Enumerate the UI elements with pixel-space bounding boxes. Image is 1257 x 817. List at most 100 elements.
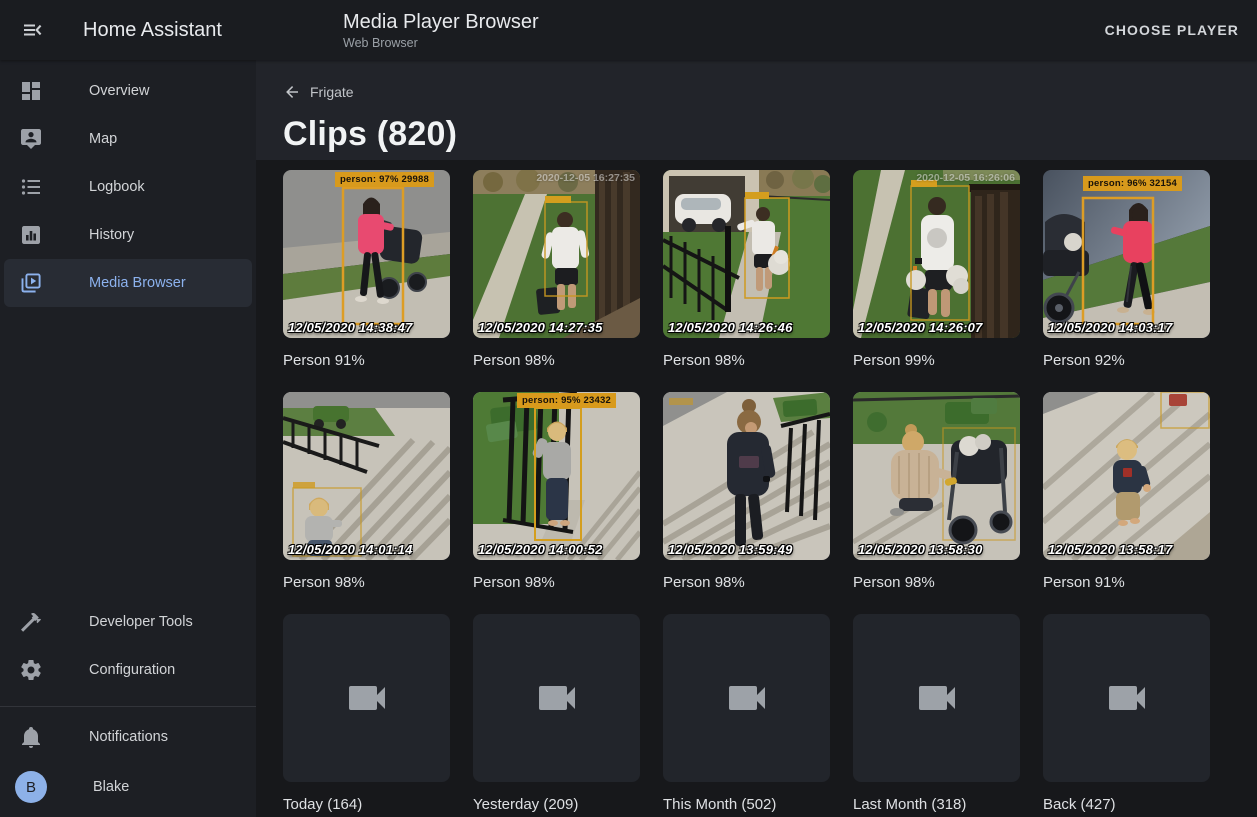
clip-label: Person 98%	[663, 350, 830, 372]
sidebar-item-history[interactable]: History	[4, 211, 252, 259]
clip-timestamp-overlay: 12/05/2020 14:00:52	[478, 542, 603, 557]
folder-thumbnail	[283, 614, 450, 782]
sidebar-item-configuration[interactable]: Configuration	[4, 646, 252, 694]
folder-card-back[interactable]: Back (427)	[1043, 614, 1210, 817]
avatar: B	[15, 771, 47, 803]
app-header: Home Assistant Media Player Browser Web …	[0, 0, 1257, 60]
sidebar-toggle-button[interactable]	[18, 16, 46, 44]
clip-scene	[1043, 170, 1210, 338]
sidebar-spacer	[0, 307, 256, 598]
clip-scene	[473, 170, 640, 338]
clip-label: Person 98%	[473, 572, 640, 594]
clip-card[interactable]: 2020-12-05 16:27:35 12/05/2020 14:27:35 …	[473, 170, 640, 392]
video-camera-icon	[1103, 674, 1151, 722]
sidebar-item-logbook[interactable]: Logbook	[4, 163, 252, 211]
clip-card[interactable]: person: 97% 29988 12/05/2020 14:38:47 Pe…	[283, 170, 450, 392]
folder-label: Last Month (318)	[853, 794, 1020, 816]
sidebar-item-media-browser[interactable]: Media Browser	[4, 259, 252, 307]
folder-card-this-month[interactable]: This Month (502)	[663, 614, 830, 817]
detection-tag: person: 97% 29988	[335, 172, 434, 187]
clip-card[interactable]: 2020-12-05 16:26:06 12/05/2020 14:26:07 …	[853, 170, 1020, 392]
clip-thumbnail: 12/05/2020 14:26:46	[663, 170, 830, 338]
section-title: Clips (820)	[283, 115, 1257, 154]
folder-thumbnail	[853, 614, 1020, 782]
user-name: Blake	[93, 779, 129, 795]
clip-card[interactable]: person: 96% 32154 12/05/2020 14:03:17 Pe…	[1043, 170, 1210, 392]
clip-card[interactable]: 12/05/2020 13:58:30 Person 98%	[853, 392, 1020, 614]
sidebar-item-profile[interactable]: B Blake	[4, 761, 252, 813]
folder-thumbnail	[1043, 614, 1210, 782]
sidebar-item-map[interactable]: Map	[4, 115, 252, 163]
clip-thumbnail: 12/05/2020 14:01:14	[283, 392, 450, 560]
clip-scene	[663, 170, 830, 338]
video-camera-icon	[913, 674, 961, 722]
gear-icon	[19, 658, 43, 682]
video-camera-icon	[723, 674, 771, 722]
folder-card-yesterday[interactable]: Yesterday (209)	[473, 614, 640, 817]
clip-timestamp-overlay: 12/05/2020 14:26:46	[668, 320, 793, 335]
clip-label: Person 91%	[1043, 572, 1210, 594]
sidebar-item-label: Notifications	[89, 729, 168, 745]
clip-timestamp-overlay: 12/05/2020 13:59:49	[668, 542, 793, 557]
clip-label: Person 98%	[663, 572, 830, 594]
camera-osd-timestamp: 2020-12-05 16:26:06	[916, 172, 1015, 184]
clip-thumbnail: 2020-12-05 16:27:35 12/05/2020 14:27:35	[473, 170, 640, 338]
sidebar-item-label: Logbook	[89, 179, 145, 195]
list-icon	[19, 175, 43, 199]
folder-card-last-month[interactable]: Last Month (318)	[853, 614, 1020, 817]
clip-timestamp-overlay: 12/05/2020 14:27:35	[478, 320, 603, 335]
menu-open-icon	[20, 18, 44, 42]
detection-tag: person: 96% 32154	[1083, 176, 1182, 191]
clip-label: Person 98%	[283, 572, 450, 594]
sidebar-item-overview[interactable]: Overview	[4, 67, 252, 115]
clip-scene	[283, 170, 450, 338]
clip-scene	[473, 392, 640, 560]
arrow-left-icon	[283, 83, 301, 101]
clip-thumbnail: 12/05/2020 13:59:49	[663, 392, 830, 560]
clip-card[interactable]: 12/05/2020 13:59:49 Person 98%	[663, 392, 830, 614]
sidebar-item-label: Developer Tools	[89, 614, 193, 630]
folder-label: Today (164)	[283, 794, 450, 816]
sidebar-item-developer-tools[interactable]: Developer Tools	[4, 598, 252, 646]
detection-tag: person: 95% 23432	[517, 393, 616, 408]
clip-label: Person 91%	[283, 350, 450, 372]
clip-timestamp-overlay: 12/05/2020 14:03:17	[1048, 320, 1173, 335]
sidebar-item-label: Overview	[89, 83, 149, 99]
clip-thumbnail: person: 97% 29988 12/05/2020 14:38:47	[283, 170, 450, 338]
folder-thumbnail	[473, 614, 640, 782]
choose-player-button[interactable]: CHOOSE PLAYER	[1097, 14, 1247, 46]
hammer-icon	[19, 610, 43, 634]
clip-card[interactable]: 12/05/2020 13:58:17 Person 91%	[1043, 392, 1210, 614]
sidebar: Overview Map Logbook Hist	[0, 60, 256, 817]
app-header-left: Home Assistant	[0, 16, 256, 44]
sidebar-item-label: History	[89, 227, 134, 243]
map-account-icon	[19, 127, 43, 151]
sidebar-item-label: Configuration	[89, 662, 175, 678]
clip-scene	[663, 392, 830, 560]
clip-card[interactable]: 12/05/2020 14:26:46 Person 98%	[663, 170, 830, 392]
clip-card[interactable]: 12/05/2020 14:01:14 Person 98%	[283, 392, 450, 614]
sidebar-divider	[0, 706, 256, 707]
clip-scene	[1043, 392, 1210, 560]
bell-icon	[19, 725, 43, 749]
clip-timestamp-overlay: 12/05/2020 13:58:30	[858, 542, 983, 557]
app-title: Home Assistant	[83, 19, 222, 42]
folder-card-today[interactable]: Today (164)	[283, 614, 450, 817]
content-body: person: 97% 29988 12/05/2020 14:38:47 Pe…	[256, 160, 1257, 817]
folder-label: This Month (502)	[663, 794, 830, 816]
clip-timestamp-overlay: 12/05/2020 14:38:47	[288, 320, 413, 335]
sidebar-item-notifications[interactable]: Notifications	[4, 713, 252, 761]
video-camera-icon	[533, 674, 581, 722]
content-header: Frigate Clips (820)	[256, 60, 1257, 160]
clip-label: Person 92%	[1043, 350, 1210, 372]
clip-label: Person 99%	[853, 350, 1020, 372]
clip-timestamp-overlay: 12/05/2020 13:58:17	[1048, 542, 1173, 557]
breadcrumb[interactable]: Frigate	[283, 60, 354, 101]
clip-scene	[853, 170, 1020, 338]
clip-thumbnail: 12/05/2020 13:58:17	[1043, 392, 1210, 560]
clip-card[interactable]: person: 95% 23432 12/05/2020 14:00:52 Pe…	[473, 392, 640, 614]
clip-scene	[283, 392, 450, 560]
clip-label: Person 98%	[473, 350, 640, 372]
main-content: Frigate Clips (820)	[256, 60, 1257, 817]
clip-thumbnail: person: 96% 32154 12/05/2020 14:03:17	[1043, 170, 1210, 338]
